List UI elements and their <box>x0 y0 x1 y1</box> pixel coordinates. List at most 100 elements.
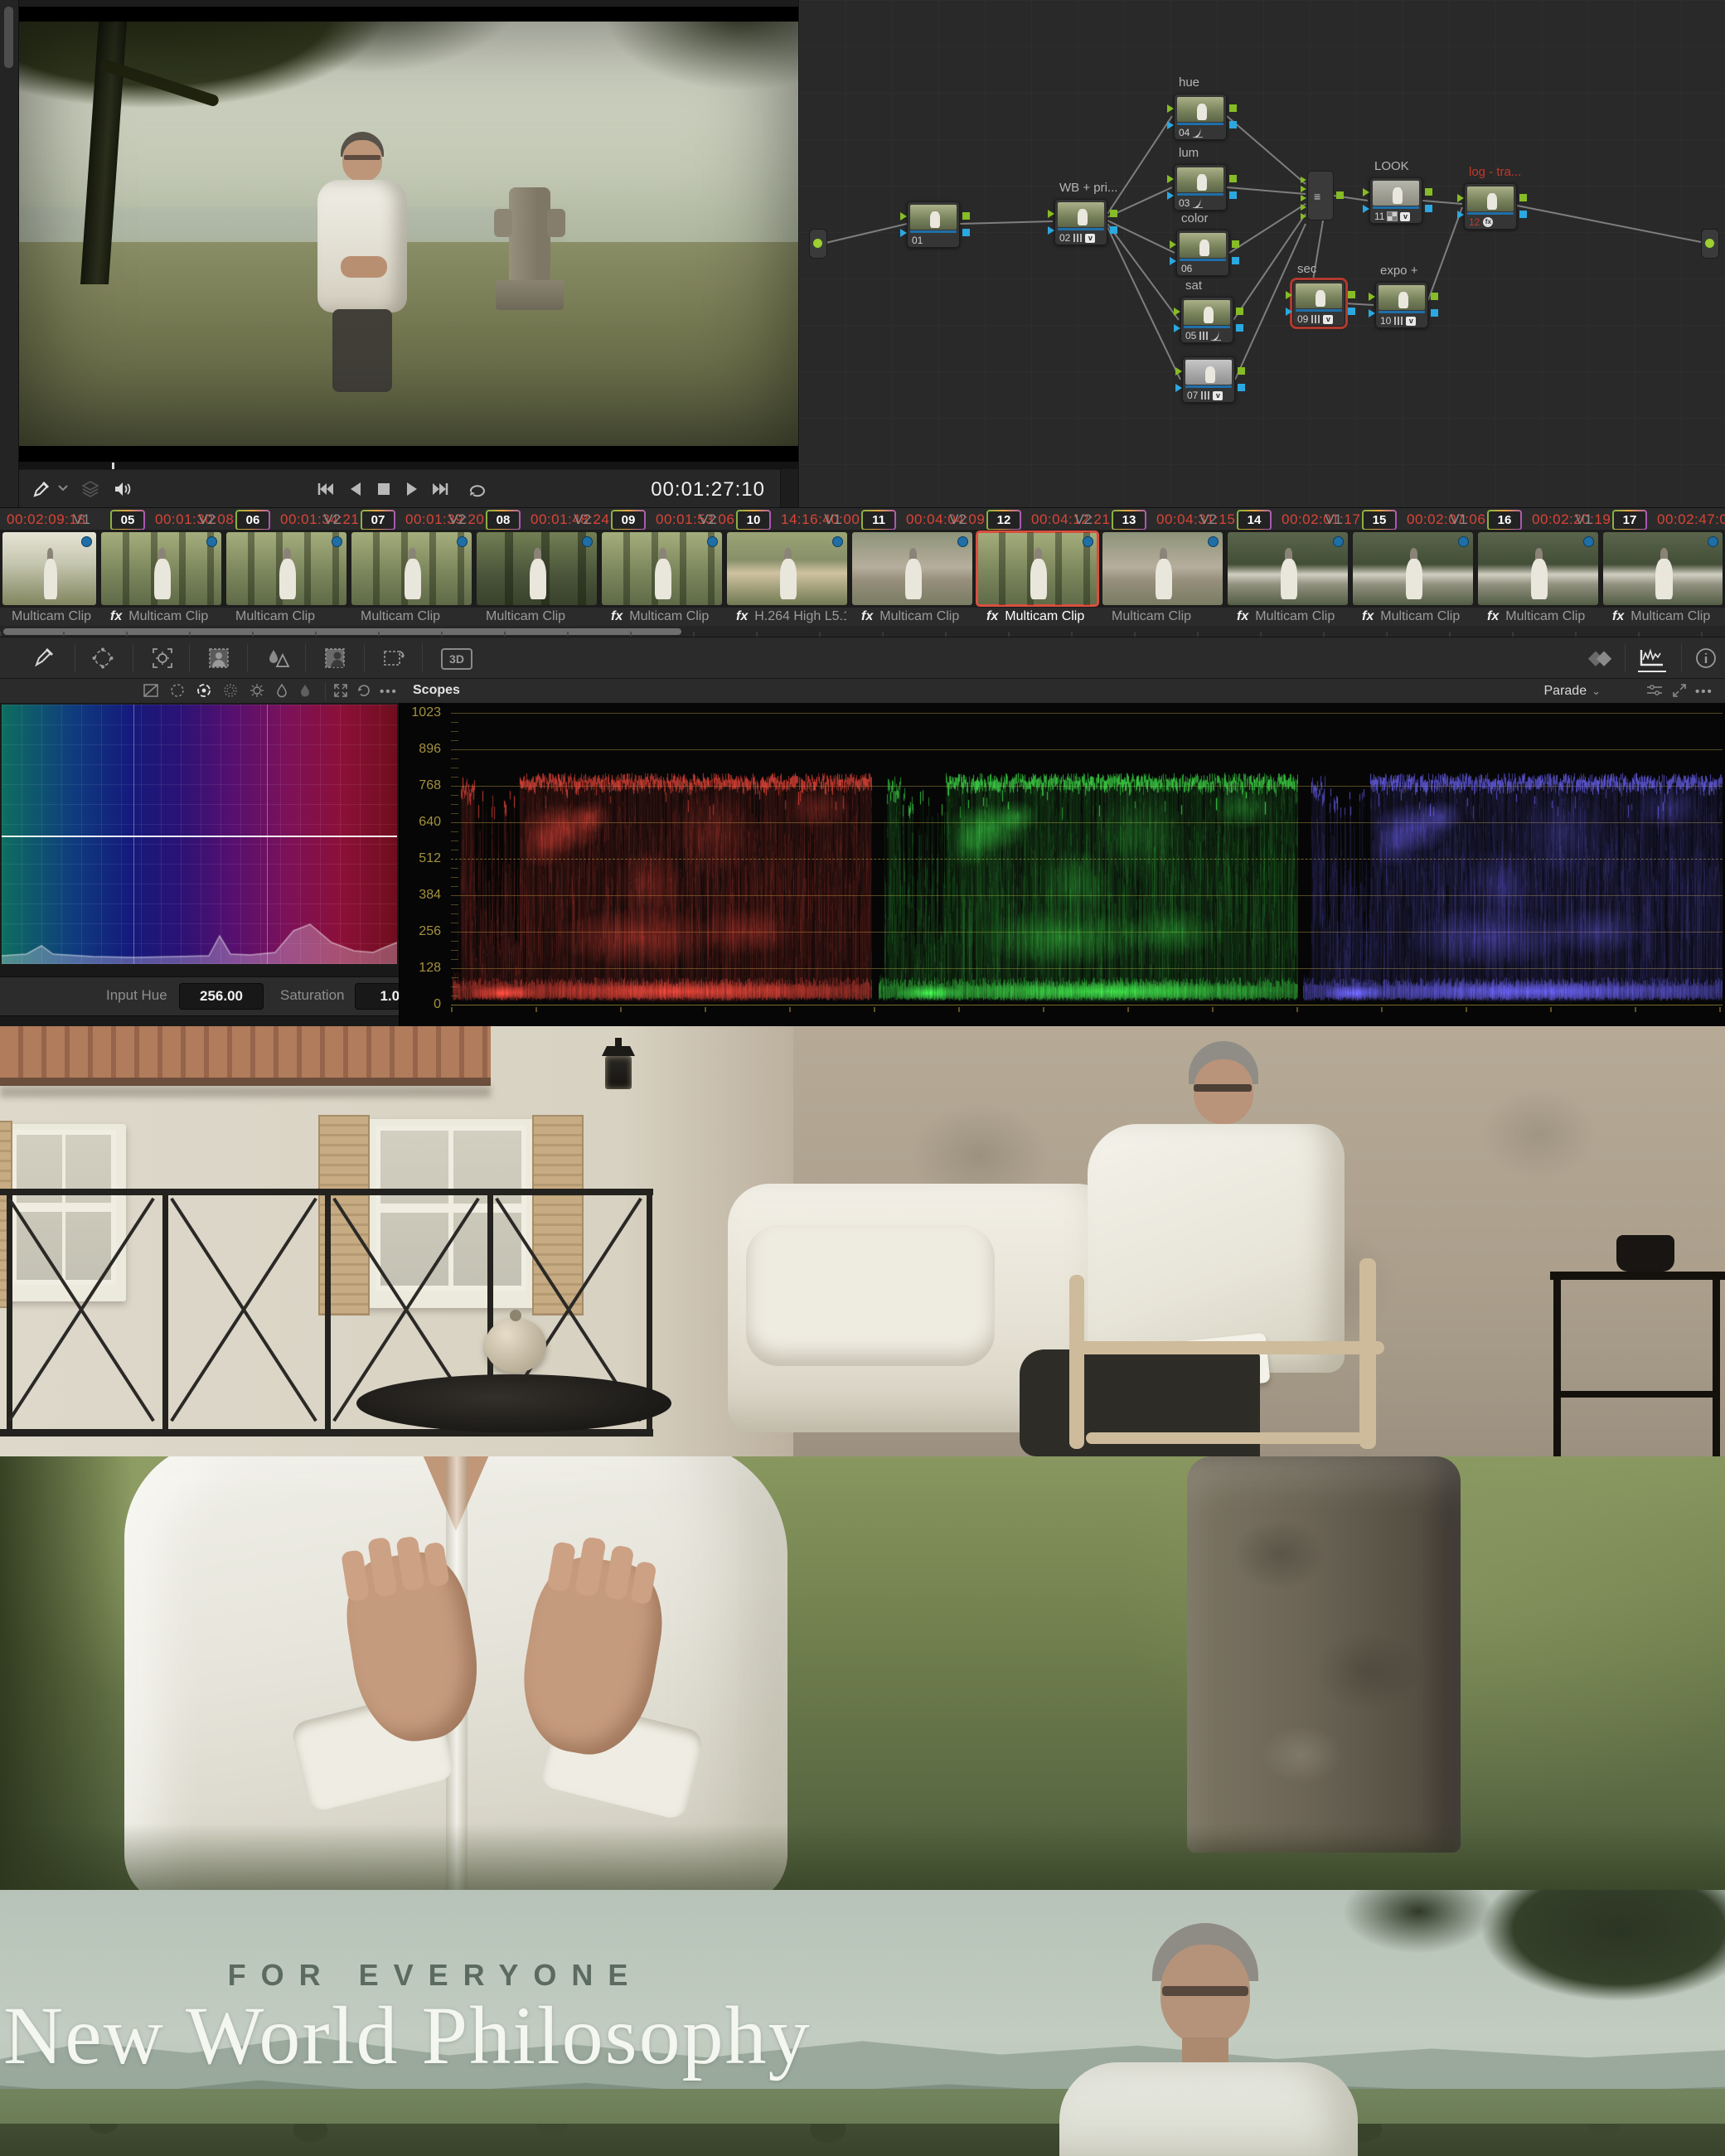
clip-name[interactable]: fxMulticam Clip <box>986 609 1097 626</box>
layer-mixer-node[interactable]: ≡ <box>1307 171 1334 220</box>
clip-number-chip[interactable]: 12 <box>986 510 1021 531</box>
clip-name[interactable]: fxMulticam Clip <box>1237 609 1347 626</box>
clip-number-chip[interactable]: 07 <box>361 510 395 531</box>
clip-number-chip[interactable]: 08 <box>486 510 521 531</box>
node-graph-panel[interactable]: ≡ 0102vWB + pri...04hue03lum06color05sat… <box>798 0 1725 507</box>
corrector-node-05[interactable]: 05 <box>1180 297 1233 343</box>
corrector-node-01[interactable]: 01 <box>907 201 960 248</box>
split-compare-icon[interactable] <box>1587 648 1612 671</box>
hue-sat-circle-icon[interactable] <box>196 683 214 700</box>
info-icon[interactable] <box>1694 647 1719 670</box>
clip-number-chip[interactable]: 06 <box>235 510 270 531</box>
clip-thumbnail[interactable] <box>852 532 972 605</box>
clip-number-chip[interactable]: 13 <box>1112 510 1146 531</box>
clip-track-label: V2 <box>198 511 216 528</box>
play-icon[interactable] <box>404 480 424 498</box>
corrector-node-04[interactable]: 04 <box>1174 94 1227 140</box>
eyedropper-icon[interactable] <box>32 480 52 498</box>
speaker-icon[interactable] <box>112 480 132 498</box>
scope-more-icon[interactable]: ••• <box>1695 685 1713 701</box>
corrector-node-02[interactable]: 02v <box>1054 199 1107 245</box>
sat-droplet-icon[interactable] <box>275 683 293 700</box>
clip-thumbnail[interactable] <box>351 532 472 605</box>
corrector-node-06[interactable]: 06 <box>1176 230 1229 276</box>
clip-name[interactable]: Multicam Clip <box>12 609 95 626</box>
clip-thumbnail[interactable] <box>1102 532 1223 605</box>
scopes-toggle-icon[interactable] <box>1638 647 1663 670</box>
fx-badge: fx <box>736 609 748 623</box>
parade-dropdown[interactable]: Parade⌄ <box>1544 684 1601 699</box>
blur-icon[interactable] <box>265 647 290 670</box>
corrector-node-07[interactable]: 07v <box>1182 356 1235 403</box>
clip-thumbnail[interactable] <box>602 532 722 605</box>
clip-number-chip[interactable]: 10 <box>736 510 771 531</box>
clip-name[interactable]: fxMulticam Clip <box>1487 609 1597 626</box>
sat-droplet-filled-icon[interactable] <box>298 683 317 700</box>
clip-number-chip[interactable]: 09 <box>611 510 646 531</box>
clip-thumbnail[interactable] <box>727 532 847 605</box>
clip-thumbnail[interactable] <box>2 532 96 605</box>
power-window-icon[interactable] <box>91 647 116 670</box>
clip-thumbnail[interactable] <box>977 532 1098 605</box>
skip-forward-icon[interactable] <box>430 480 450 498</box>
corrector-node-12[interactable]: 12fx <box>1464 183 1517 230</box>
corrector-node-03[interactable]: 03 <box>1174 164 1227 211</box>
scope-expand-icon[interactable] <box>1672 683 1690 700</box>
clip-name[interactable]: fxH.264 High L5.1 <box>736 609 846 626</box>
clip-name[interactable]: fxMulticam Clip <box>1362 609 1472 626</box>
clip-thumbnail[interactable] <box>477 532 597 605</box>
clip-name[interactable]: Multicam Clip <box>1112 609 1222 626</box>
loop-icon[interactable] <box>467 480 487 498</box>
clip-name[interactable]: Multicam Clip <box>235 609 346 626</box>
luma-sun-icon[interactable] <box>249 683 267 700</box>
output-node[interactable] <box>1701 229 1719 259</box>
clip-name[interactable]: fxMulticam Clip <box>110 609 220 626</box>
scope-settings-icon[interactable] <box>1645 683 1664 700</box>
clip-name[interactable]: fxMulticam Clip <box>861 609 972 626</box>
rgb-input-port <box>900 212 907 220</box>
sizing-icon[interactable] <box>381 647 406 670</box>
key-matte-icon[interactable] <box>323 647 348 670</box>
clip-thumbnail[interactable] <box>1353 532 1473 605</box>
left-scrollbar[interactable] <box>0 0 19 507</box>
clip-thumbnail[interactable] <box>1478 532 1598 605</box>
warp-grid-icon[interactable] <box>143 683 161 700</box>
clip-number-chip[interactable]: 11 <box>861 510 896 531</box>
patch-replacer-icon[interactable] <box>207 647 232 670</box>
scrollbar-handle[interactable] <box>4 7 13 68</box>
chevron-down-icon[interactable] <box>57 484 77 502</box>
corrector-node-09[interactable]: 09v <box>1292 280 1345 327</box>
clip-name[interactable]: fxMulticam Clip <box>611 609 721 626</box>
reset-history-icon[interactable] <box>356 683 375 700</box>
clip-number-chip[interactable]: 16 <box>1487 510 1522 531</box>
layers-icon[interactable] <box>80 480 100 498</box>
qualifier-picker-icon[interactable] <box>33 647 58 670</box>
clip-name[interactable]: Multicam Clip <box>361 609 471 626</box>
clip-number-chip[interactable]: 05 <box>110 510 145 531</box>
chroma-circle-icon[interactable] <box>222 683 240 700</box>
clip-number-chip[interactable]: 15 <box>1362 510 1397 531</box>
hue-saturation-map[interactable] <box>2 705 397 964</box>
expand-panel-icon[interactable] <box>333 683 351 700</box>
play-reverse-icon[interactable] <box>347 480 367 498</box>
clip-thumbnail[interactable] <box>101 532 221 605</box>
3d-icon[interactable]: 3D <box>441 648 472 670</box>
hue-circle-icon[interactable] <box>169 683 187 700</box>
skip-back-icon[interactable] <box>316 480 336 498</box>
warper-more-icon[interactable]: ••• <box>380 685 398 701</box>
input-hue-field[interactable]: 256.00 <box>179 983 264 1010</box>
clip-thumbnail[interactable] <box>1228 532 1348 605</box>
clip-thumbnail[interactable] <box>1603 532 1723 605</box>
clip-name[interactable]: fxMulticam Clip <box>1612 609 1722 626</box>
stop-icon[interactable] <box>376 480 395 498</box>
clip-number-chip[interactable]: 17 <box>1612 510 1647 531</box>
viewer-stage[interactable] <box>19 7 798 461</box>
clip-name[interactable]: Multicam Clip <box>486 609 596 626</box>
corrector-node-10[interactable]: 10v <box>1375 282 1428 328</box>
source-node[interactable] <box>809 229 827 259</box>
corrector-node-11[interactable]: 11v <box>1369 177 1422 224</box>
clip-thumbnail[interactable] <box>226 532 346 605</box>
tracker-icon[interactable] <box>151 647 176 670</box>
clip-number-chip[interactable]: 14 <box>1237 510 1272 531</box>
clip-track-label: V2 <box>949 511 967 528</box>
